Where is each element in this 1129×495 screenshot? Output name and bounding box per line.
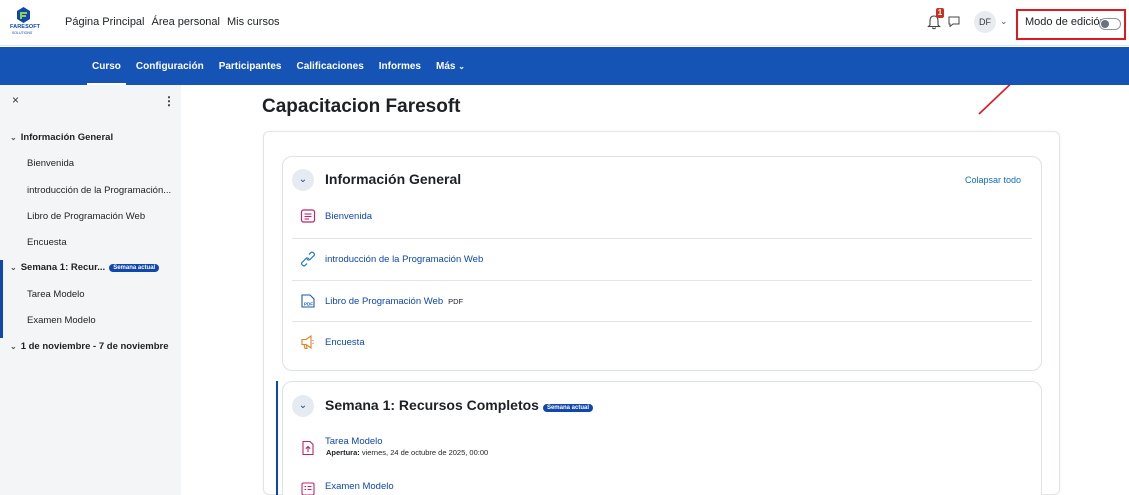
pdf-icon: PDF — [301, 294, 315, 308]
open-date-label: Apertura: — [326, 448, 360, 457]
tab-participants[interactable]: Participantes — [219, 61, 282, 72]
chevron-down-icon: ⌄ — [10, 342, 17, 351]
primary-nav: Página Principal Área personal Mis curso… — [65, 16, 280, 28]
drawer-item-libro[interactable]: Libro de Programación Web — [27, 211, 145, 222]
activity-bienvenida[interactable]: Bienvenida — [300, 208, 372, 224]
course-secondary-nav: Curso Configuración Participantes Califi… — [0, 47, 1129, 86]
drawer-item-intro[interactable]: introducción de la Programación... — [27, 185, 171, 196]
open-date-value: viernes, 24 de octubre de 2025, 00:00 — [359, 448, 489, 457]
activity-encuesta[interactable]: Encuesta — [300, 334, 365, 350]
nav-my-courses[interactable]: Mis cursos — [227, 16, 280, 28]
toggle-knob — [1101, 20, 1109, 28]
activity-libro[interactable]: PDF Libro de Programación Web PDF — [300, 293, 463, 309]
tab-reports[interactable]: Informes — [379, 61, 421, 72]
current-week-badge: Semana actual — [109, 264, 160, 272]
notification-count-badge: 1 — [936, 8, 944, 18]
chevron-down-icon: ⌄ — [10, 263, 17, 272]
activity-examen[interactable]: Examen Modelo — [300, 481, 394, 495]
edit-mode-label: Modo de edición — [1025, 16, 1106, 28]
url-icon — [301, 251, 315, 267]
collapse-all-link[interactable]: Colapsar todo — [965, 175, 1021, 185]
chevron-down-icon: ⌄ — [10, 133, 17, 142]
nav-home[interactable]: Página Principal — [65, 16, 145, 28]
more-options-icon[interactable]: ⋮ — [163, 94, 175, 108]
drawer-item-tarea[interactable]: Tarea Modelo — [27, 289, 85, 300]
tab-course[interactable]: Curso — [87, 61, 126, 86]
logo-mark-icon — [17, 7, 30, 23]
nav-dashboard[interactable]: Área personal — [152, 16, 221, 28]
activity-name: Examen Modelo — [325, 480, 394, 492]
drawer-section-info[interactable]: ⌄ Información General — [10, 132, 113, 143]
chevron-down-icon: ⌄ — [458, 61, 465, 71]
tab-more-label: Más — [436, 60, 456, 72]
drawer-section-label: Información General — [20, 132, 114, 143]
drawer-section-november[interactable]: ⌄ 1 de noviembre - 7 de noviembre — [10, 341, 169, 352]
drawer-item-encuesta[interactable]: Encuesta — [27, 237, 67, 248]
section-title[interactable]: Semana 1: Recursos Completos Semana actua… — [325, 397, 593, 413]
close-icon[interactable]: × — [12, 93, 19, 107]
site-logo[interactable]: FARESOFT SOLUTIONS — [10, 7, 40, 37]
activity-open-date: Apertura: viernes, 24 de octubre de 2025… — [326, 448, 488, 457]
divider — [292, 238, 1032, 239]
quiz-icon — [301, 482, 315, 495]
tab-settings[interactable]: Configuración — [136, 61, 204, 72]
activity-name: introducción de la Programación Web — [325, 253, 484, 265]
divider — [292, 321, 1032, 322]
edit-mode-toggle[interactable] — [1099, 18, 1121, 30]
svg-text:PDF: PDF — [304, 302, 313, 307]
tab-grades[interactable]: Calificaciones — [297, 61, 364, 72]
activity-name: Bienvenida — [325, 210, 373, 222]
drawer-section-label: Semana 1: Recur... — [20, 262, 106, 273]
current-section-indicator — [0, 260, 3, 338]
section-title[interactable]: Información General — [325, 171, 461, 187]
chevron-down-icon[interactable]: ⌄ — [1000, 16, 1008, 27]
user-avatar[interactable]: DF — [974, 11, 996, 33]
section-title-label: Semana 1: Recursos Completos — [325, 397, 539, 413]
tab-more[interactable]: Más ⌄ — [436, 61, 465, 72]
chat-icon[interactable] — [948, 16, 960, 27]
drawer-item-bienvenida[interactable]: Bienvenida — [27, 158, 74, 169]
current-week-badge: Semana actual — [542, 404, 593, 412]
drawer-item-examen[interactable]: Examen Modelo — [27, 315, 96, 326]
chevron-down-icon[interactable]: ⌄ — [292, 169, 314, 191]
activity-intro[interactable]: introducción de la Programación Web — [300, 251, 483, 267]
logo-sub: SOLUTIONS — [12, 31, 33, 35]
drawer-section-week1[interactable]: ⌄ Semana 1: Recur... Semana actual — [10, 262, 160, 273]
chevron-down-icon[interactable]: ⌄ — [292, 395, 314, 417]
feedback-icon — [301, 334, 314, 350]
activity-name: Encuesta — [325, 336, 365, 348]
page-icon — [300, 209, 316, 223]
drawer-section-label: 1 de noviembre - 7 de noviembre — [20, 341, 169, 352]
current-section-indicator — [276, 381, 278, 495]
logo-brand: FARESOFT — [10, 24, 41, 30]
assignment-icon — [302, 440, 314, 456]
activity-name: Libro de Programación Web — [325, 295, 444, 307]
divider — [292, 280, 1032, 281]
activity-name: Tarea Modelo — [325, 435, 383, 447]
file-type-tag: PDF — [448, 296, 464, 306]
page-title: Capacitacion Faresoft — [262, 96, 461, 117]
